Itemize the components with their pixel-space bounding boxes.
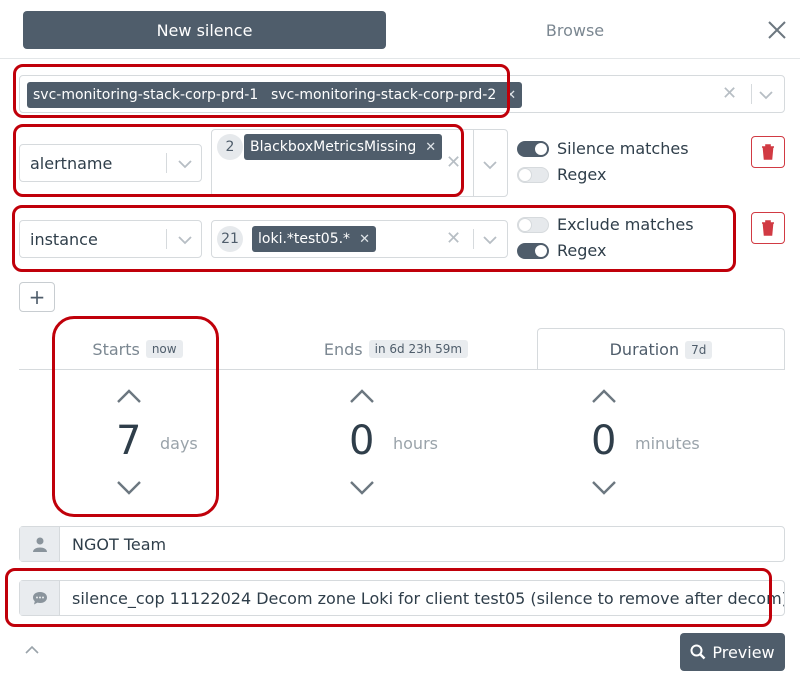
minutes-value: 0 [591,418,617,464]
comment-icon [32,592,47,605]
tab-starts[interactable]: Starts now [19,328,256,370]
close-icon[interactable] [764,17,790,43]
matcher-value-select[interactable]: 2 BlackboxMetricsMissing ✕ ✕ [211,129,508,197]
delete-matcher-button[interactable] [751,212,785,244]
comment-field[interactable]: silence_cop 11122024 Decom zone Loki for… [19,580,785,616]
time-tabs-divider [19,369,785,370]
cluster-chip-label: svc-monitoring-stack-corp-prd-1 [33,87,259,103]
trash-icon [762,220,774,236]
matcher-name: alertname [30,154,113,173]
comment-addon [20,581,60,615]
chevron-down-icon[interactable] [177,235,193,245]
tab-new-silence[interactable]: New silence [23,11,386,49]
matcher-value-label: BlackboxMetricsMissing [250,139,417,155]
tab-starts-label: Starts [92,339,140,359]
remove-chip-icon[interactable]: ✕ [359,232,370,247]
cluster-chip: svc-monitoring-stack-corp-prd-2 ✕ [265,82,523,108]
cluster-select[interactable]: svc-monitoring-stack-corp-prd-1 ✕ svc-mo… [19,75,785,113]
chevron-down-icon[interactable] [177,159,193,169]
select-separator [473,229,474,249]
tab-ends[interactable]: Ends in 6d 23h 59m [276,328,516,370]
clear-icon[interactable]: ✕ [722,85,737,103]
preview-label: Preview [712,642,775,662]
silence-matches-label: Silence matches [557,139,689,158]
cluster-chip: svc-monitoring-stack-corp-prd-1 ✕ [27,82,285,108]
author-addon [20,527,60,561]
chevron-up-icon[interactable] [24,645,40,655]
matcher-value-chip: BlackboxMetricsMissing ✕ [244,134,443,160]
match-count-badge: 2 [217,134,243,160]
select-separator [166,153,167,173]
match-count-badge: 21 [217,226,243,252]
silence-matches-toggle[interactable] [517,141,549,157]
decrement-hours-icon[interactable] [349,480,375,496]
hours-unit: hours [393,434,438,453]
ends-badge: in 6d 23h 59m [368,340,469,358]
matcher-name: instance [30,230,98,249]
exclude-matches-toggle[interactable] [517,217,549,233]
author-input[interactable]: NGOT Team [60,527,784,561]
chevron-down-icon[interactable] [482,160,498,170]
header-divider [0,58,800,59]
preview-button[interactable]: Preview [680,633,785,671]
clear-icon[interactable]: ✕ [446,230,461,248]
chevron-down-icon[interactable] [758,90,774,100]
select-separator [473,130,474,196]
increment-hours-icon[interactable] [349,388,375,404]
matcher-name-select[interactable]: alertname [19,144,202,182]
select-separator [751,84,752,104]
comment-input[interactable]: silence_cop 11122024 Decom zone Loki for… [60,581,784,615]
add-matcher-button[interactable]: + [19,282,55,312]
user-icon [32,537,47,552]
hours-value: 0 [349,418,375,464]
select-separator [166,229,167,249]
days-value: 7 [116,418,142,464]
tab-duration-label: Duration [609,340,680,359]
delete-matcher-button[interactable] [751,136,785,168]
author-field[interactable]: NGOT Team [19,526,785,562]
regex-label: Regex [557,165,607,184]
tab-ends-label: Ends [323,339,363,359]
remove-chip-icon[interactable]: ✕ [425,140,436,155]
regex-toggle[interactable] [517,167,549,183]
tab-browse[interactable]: Browse [450,11,700,49]
days-unit: days [160,434,198,453]
starts-badge: now [145,340,183,358]
trash-icon [762,144,774,160]
decrement-days-icon[interactable] [116,480,142,496]
tab-duration[interactable]: Duration 7d [537,328,785,370]
decrement-minutes-icon[interactable] [591,480,617,496]
minutes-unit: minutes [635,434,700,453]
matcher-value-select[interactable]: 21 loki.*test05.* ✕ ✕ [211,220,508,258]
matcher-value-label: loki.*test05.* [258,231,351,247]
increment-minutes-icon[interactable] [591,388,617,404]
clear-icon[interactable]: ✕ [446,154,461,172]
increment-days-icon[interactable] [116,388,142,404]
regex-label: Regex [557,241,607,260]
cluster-chip-label: svc-monitoring-stack-corp-prd-2 [271,87,497,103]
matcher-name-select[interactable]: instance [19,220,202,258]
duration-badge: 7d [685,340,713,359]
exclude-matches-label: Exclude matches [557,215,694,234]
search-icon [690,644,706,660]
chevron-down-icon[interactable] [482,235,498,245]
matcher-value-chip: loki.*test05.* ✕ [252,226,376,252]
remove-chip-icon[interactable]: ✕ [505,88,516,103]
regex-toggle[interactable] [517,243,549,259]
